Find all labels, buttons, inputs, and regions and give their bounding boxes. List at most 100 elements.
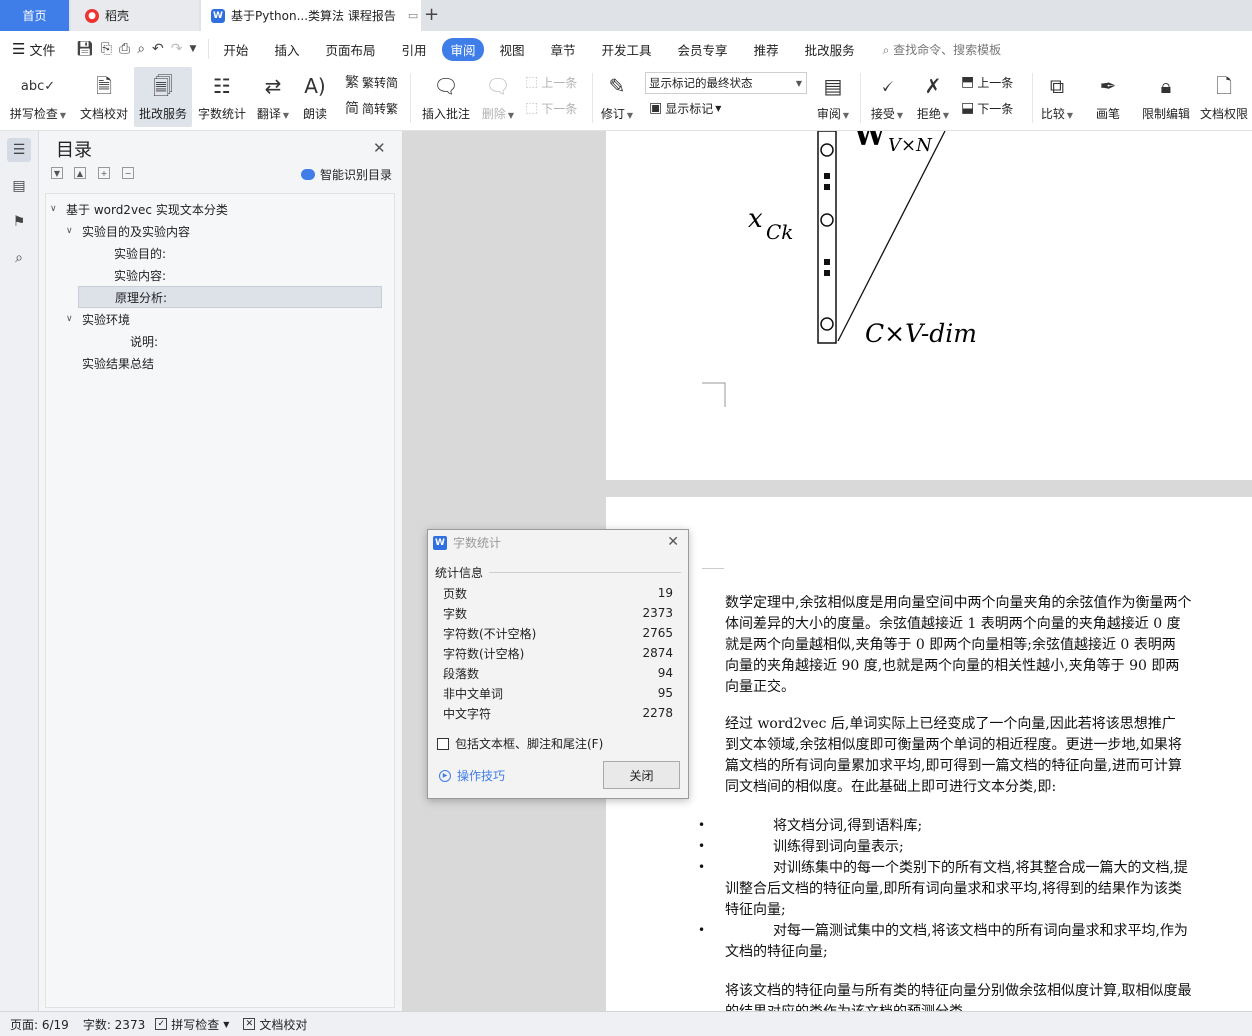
next-change-button[interactable]: ⬓ 下一条 bbox=[961, 96, 1013, 120]
toc-item[interactable]: 实验内容: bbox=[46, 264, 166, 286]
show-markup-button[interactable]: ▣ 显示标记 ▼ bbox=[649, 96, 721, 120]
stat-value: 19 bbox=[657, 586, 673, 600]
toc-item[interactable]: ∨ 实验目的及实验内容 bbox=[46, 220, 190, 242]
close-button[interactable]: 关闭 bbox=[603, 761, 680, 789]
close-icon[interactable]: ✕ bbox=[667, 534, 679, 550]
to-traditional-button[interactable]: 繁 繁转简 bbox=[345, 70, 398, 94]
ribbon-separator bbox=[592, 73, 593, 123]
collapse-all-icon[interactable]: ▼ bbox=[51, 167, 63, 179]
page-indicator[interactable]: 页面: 6/19 bbox=[10, 1016, 69, 1033]
print-preview-icon[interactable]: ⌕ bbox=[137, 41, 145, 57]
bullet-icon: • bbox=[698, 839, 706, 853]
document-page[interactable]: 数学定理中,余弦相似度是用向量空间中两个向量夹角的余弦值作为衡量两个 体间差异的大… bbox=[606, 497, 1252, 1011]
toc-item[interactable]: 原理分析: bbox=[78, 286, 382, 308]
compare-button[interactable]: ⧉ 比较 ▼ bbox=[1036, 67, 1078, 127]
next-comment-button[interactable]: ⬚ 下一条 bbox=[525, 96, 577, 120]
redo-icon[interactable]: ↷ bbox=[171, 41, 183, 57]
outline-panel-icon[interactable]: ☰ bbox=[7, 138, 31, 162]
prev-change-button[interactable]: ⬒ 上一条 bbox=[961, 70, 1013, 94]
add-heading-icon[interactable]: + bbox=[98, 167, 110, 179]
track-changes-button[interactable]: ✎ 修订 ▼ bbox=[598, 67, 636, 127]
review-pane-button[interactable]: ▤ 审阅 ▼ bbox=[812, 67, 854, 127]
text-line: 同文档间的相似度。在此基础上即可进行文本分类,即: bbox=[725, 779, 1057, 795]
print-icon[interactable]: ⎙ bbox=[119, 41, 130, 57]
tips-link[interactable]: ▶ 操作技巧 bbox=[439, 767, 505, 784]
restrict-edit-button[interactable]: 🔒︎ 限制编辑 bbox=[1138, 67, 1194, 127]
toc-item[interactable]: 说明: bbox=[46, 330, 158, 352]
doc-permission-button[interactable]: 🗋︎ 文档权限 bbox=[1197, 67, 1251, 127]
chevron-down-icon[interactable]: ∨ bbox=[66, 226, 78, 236]
command-search[interactable]: ⌕ 查找命令、搜索模板 bbox=[883, 41, 1002, 58]
menu-view[interactable]: 视图 bbox=[500, 40, 525, 59]
next-change-icon: ⬓ bbox=[961, 100, 975, 116]
dialog-title: 字数统计 bbox=[453, 536, 502, 550]
toc-item[interactable]: ∨ 基于 word2vec 实现文本分类 bbox=[46, 198, 228, 220]
vector-node bbox=[820, 143, 834, 157]
word-count-indicator[interactable]: 字数: 2373 bbox=[83, 1016, 145, 1033]
compare-label: 比较 bbox=[1040, 107, 1065, 121]
close-icon[interactable]: ✕ bbox=[373, 139, 386, 157]
read-aloud-button[interactable]: A) 朗读 bbox=[297, 67, 333, 127]
doc-proof-button[interactable]: 🗎︎ 文档校对 bbox=[76, 67, 132, 127]
translate-label: 翻译 bbox=[256, 107, 281, 121]
proof-status[interactable]: ✕ 文档校对 bbox=[243, 1016, 307, 1033]
bullet-icon: • bbox=[698, 860, 706, 874]
include-textbox-checkbox[interactable]: 包括文本框、脚注和尾注(F) bbox=[437, 735, 603, 752]
insert-comment-button[interactable]: 🗨︎ 插入批注 bbox=[418, 67, 474, 127]
stat-row: 非中文单词 95 bbox=[443, 683, 673, 703]
spellcheck-button[interactable]: abc✓ 拼写检查 ▼ bbox=[6, 67, 70, 127]
menu-review-service[interactable]: 批改服务 bbox=[805, 40, 855, 59]
menu-start[interactable]: 开始 bbox=[223, 40, 248, 59]
tab-pin-icon[interactable]: ▭ bbox=[408, 9, 418, 22]
menu-references[interactable]: 引用 bbox=[401, 40, 426, 59]
menu-chapter[interactable]: 章节 bbox=[551, 40, 576, 59]
menu-developer[interactable]: 开发工具 bbox=[602, 40, 652, 59]
ink-button[interactable]: ✒ 画笔 bbox=[1088, 67, 1128, 127]
spellcheck-icon: abc✓ bbox=[20, 78, 56, 94]
menu-member[interactable]: 会员专享 bbox=[678, 40, 728, 59]
undo-icon[interactable]: ↶ bbox=[152, 41, 164, 57]
tab-home[interactable]: 首页 bbox=[0, 0, 69, 31]
expand-all-icon[interactable]: ▲ bbox=[74, 167, 86, 179]
toc-item[interactable]: ∨ 实验环境 bbox=[46, 308, 130, 330]
document-page[interactable]: W V×N x Ck C×V-dim bbox=[606, 131, 1252, 480]
search-icon[interactable]: ⌕ bbox=[7, 246, 31, 270]
menu-page-layout[interactable]: 页面布局 bbox=[325, 40, 375, 59]
translate-icon: ⇄ bbox=[264, 74, 282, 98]
markup-state-select[interactable]: 显示标记的最终状态 ▼ bbox=[645, 72, 807, 94]
chevron-down-icon[interactable]: ∨ bbox=[66, 314, 78, 324]
bullet-text-line: 对训练集中的每一个类别下的所有文档,将其整合成一篇大的文档,提 bbox=[773, 860, 1188, 876]
tab-document[interactable]: W 基于Python...类算法 课程报告 ▭ bbox=[201, 0, 421, 31]
save-icon[interactable]: 💾︎ bbox=[76, 41, 94, 57]
customize-dropdown-icon[interactable]: ▼ bbox=[190, 44, 197, 54]
toc-item[interactable]: 实验目的: bbox=[46, 242, 166, 264]
remove-heading-icon[interactable]: − bbox=[122, 167, 134, 179]
file-menu[interactable]: ☰ 文件 bbox=[0, 40, 70, 59]
menu-insert[interactable]: 插入 bbox=[274, 40, 299, 59]
review-service-button[interactable]: 🗐︎ 批改服务 bbox=[134, 67, 192, 127]
new-tab-plus-icon[interactable]: + bbox=[424, 4, 439, 25]
vector-node bbox=[820, 317, 834, 331]
main-menu: 开始 插入 页面布局 引用 审阅 视图 章节 开发工具 会员专享 推荐 批改服务… bbox=[223, 37, 1002, 61]
toc-item[interactable]: 实验结果总结 bbox=[46, 352, 154, 374]
show-markup-icon: ▣ bbox=[649, 100, 663, 116]
tab-daoke[interactable]: ● 稻壳 bbox=[71, 0, 199, 31]
to-simplified-button[interactable]: 简 简转繁 bbox=[345, 96, 398, 120]
dialog-titlebar[interactable]: W 字数统计 ✕ bbox=[428, 530, 688, 555]
spellcheck-status[interactable]: ✓ 拼写检查 ▼ bbox=[155, 1016, 229, 1033]
chevron-down-icon[interactable]: ∨ bbox=[50, 204, 62, 214]
menu-recommend[interactable]: 推荐 bbox=[754, 40, 779, 59]
bookmark-icon[interactable]: ⚑ bbox=[7, 210, 31, 234]
chapter-nav-icon[interactable]: ▤ bbox=[7, 174, 31, 198]
smart-toc-button[interactable]: 智能识别目录 bbox=[301, 166, 392, 183]
accept-button[interactable]: 🗸 接受 ▼ bbox=[866, 67, 908, 127]
translate-button[interactable]: ⇄ 翻译 ▼ bbox=[253, 67, 293, 127]
prev-comment-button[interactable]: ⬚ 上一条 bbox=[525, 70, 577, 94]
menu-bar: ☰ 文件 💾︎ ⎘ ⎙ ⌕ ↶ ↷ ▼ 开始 插入 页面布局 引用 审阅 视图 … bbox=[0, 31, 1252, 67]
menu-review[interactable]: 审阅 bbox=[442, 37, 484, 61]
reject-button[interactable]: ✗ 拒绝 ▼ bbox=[912, 67, 954, 127]
export-icon[interactable]: ⎘ bbox=[101, 41, 112, 57]
delete-comment-button[interactable]: 🗨︎ 删除 ▼ bbox=[478, 67, 518, 127]
tab-document-label: 基于Python...类算法 课程报告 bbox=[231, 9, 396, 23]
word-count-button[interactable]: ☷ 字数统计 bbox=[195, 67, 249, 127]
